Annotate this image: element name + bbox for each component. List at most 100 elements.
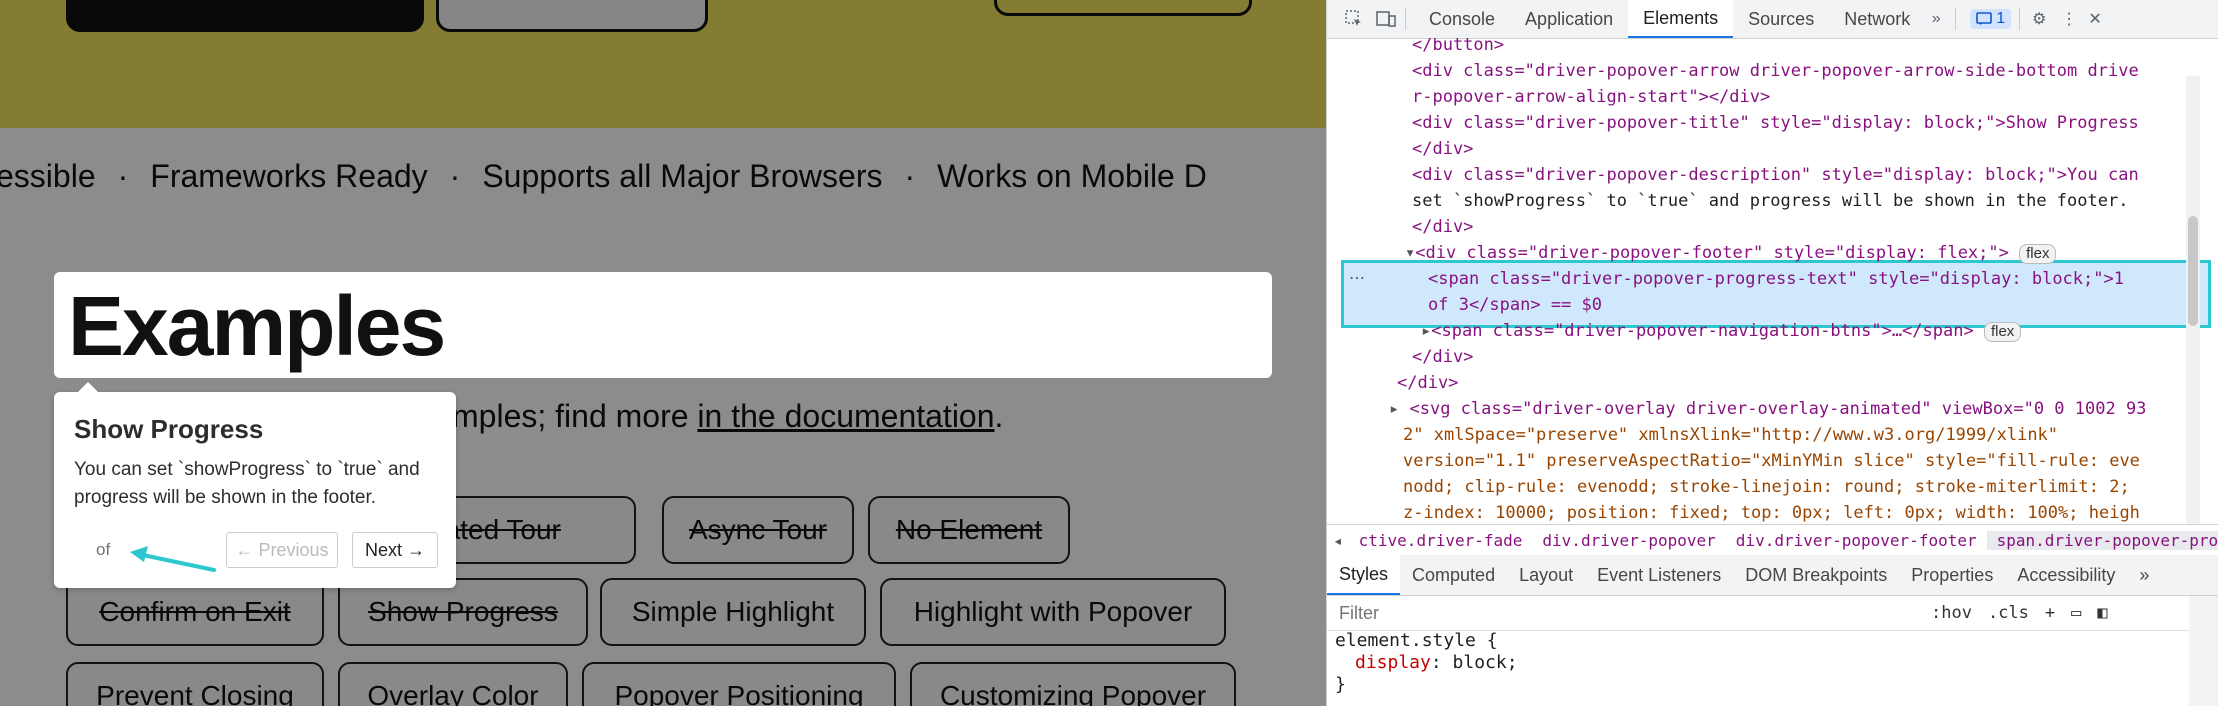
popover-arrow: [78, 382, 98, 392]
close-devtools-icon[interactable]: ✕: [2084, 8, 2106, 30]
toolbar-separator: [1405, 8, 1406, 30]
tab-elements[interactable]: Elements: [1628, 0, 1734, 38]
toggle-sidebar-icon[interactable]: ◧: [2097, 603, 2107, 623]
breadcrumb-item-current[interactable]: span.driver-popover-progress-text: [1986, 530, 2218, 550]
node-actions-icon[interactable]: ⋯: [1349, 266, 1365, 292]
dom-line[interactable]: ▸<span class="driver-popover-navigation-…: [1421, 318, 2022, 344]
dom-line[interactable]: </div>: [1397, 370, 1458, 396]
styles-toolbar: :hov .cls + ▭ ◧: [1931, 603, 2108, 623]
breadcrumb-item[interactable]: div.driver-popover: [1532, 531, 1725, 550]
devtools-panel: Console Application Elements Sources Net…: [1327, 0, 2218, 706]
collapse-triangle-icon[interactable]: ▸: [1421, 321, 1431, 341]
toolbar-separator: [2019, 8, 2021, 30]
example-button-show-progress[interactable]: Show Progress: [338, 578, 588, 646]
hero-section: [0, 0, 1326, 128]
issues-badge[interactable]: 1: [1970, 9, 2012, 29]
next-button[interactable]: Next →: [352, 532, 438, 568]
dom-line-footer[interactable]: ▾<div class="driver-popover-footer" styl…: [1405, 240, 2057, 266]
styles-scrollbar[interactable]: [2189, 596, 2218, 706]
styles-filter-input[interactable]: [1337, 599, 1921, 627]
style-property[interactable]: display: [1355, 652, 1431, 673]
documentation-link[interactable]: in the documentation: [697, 398, 994, 434]
marquee-separator: ·: [117, 157, 129, 194]
dom-line[interactable]: z-index: 10000; position: fixed; top: 0p…: [1403, 500, 2140, 524]
example-button-highlight-with-popover[interactable]: Highlight with Popover: [880, 578, 1226, 646]
hover-state-toggle[interactable]: :hov: [1931, 603, 1972, 623]
breadcrumb-item[interactable]: div.driver-popover-footer: [1726, 531, 1987, 550]
paint-bucket-icon[interactable]: ▭: [2071, 603, 2081, 623]
class-toggle[interactable]: .cls: [1988, 603, 2029, 623]
tab-sources[interactable]: Sources: [1733, 0, 1829, 38]
more-tabs-icon[interactable]: »: [1925, 8, 1947, 30]
example-button-customizing-popover[interactable]: Customizing Popover: [910, 662, 1236, 706]
marquee-separator: ·: [449, 157, 461, 194]
dom-line[interactable]: </div>: [1412, 344, 1473, 370]
breadcrumb-scroll-left-icon[interactable]: ◂: [1327, 531, 1349, 550]
popover-description: You can set `showProgress` to `true` and…: [74, 459, 420, 508]
dom-line[interactable]: ▸ <svg class="driver-overlay driver-over…: [1389, 396, 2146, 422]
style-rule-selector[interactable]: element.style {: [1335, 630, 2218, 652]
example-button-prevent-closing[interactable]: Prevent Closing: [66, 662, 324, 706]
breadcrumb-item[interactable]: ctive.driver-fade: [1349, 531, 1533, 550]
issues-count: 1: [1996, 10, 2006, 27]
settings-gear-icon[interactable]: ⚙: [2028, 8, 2050, 30]
web-page: essible · Frameworks Ready · Supports al…: [0, 0, 1326, 706]
new-style-rule-icon[interactable]: +: [2045, 603, 2055, 623]
subtab-layout[interactable]: Layout: [1507, 555, 1585, 595]
subtab-styles[interactable]: Styles: [1327, 555, 1401, 595]
toolbar-separator: [1955, 8, 1957, 30]
style-declaration[interactable]: display: block;: [1335, 652, 2218, 674]
flex-badge[interactable]: flex: [1983, 322, 2022, 342]
annotation-arrow-icon: [130, 546, 216, 572]
hero-logo-button[interactable]: [994, 0, 1252, 16]
example-button-no-element[interactable]: No Element: [868, 496, 1070, 564]
dom-line[interactable]: </button>: [1412, 38, 1504, 58]
subtab-event-listeners[interactable]: Event Listeners: [1585, 555, 1733, 595]
more-subtabs-icon[interactable]: »: [2127, 555, 2161, 595]
dom-line[interactable]: set `showProgress` to `true` and progres…: [1412, 188, 2128, 214]
example-button-popover-positioning[interactable]: Popover Positioning: [582, 662, 896, 706]
subtab-properties[interactable]: Properties: [1899, 555, 2005, 595]
style-value[interactable]: block;: [1453, 652, 1518, 673]
examples-subline: mples; find more in the documentation.: [452, 398, 1003, 435]
subline-period: .: [994, 398, 1004, 434]
marquee-separator: ·: [904, 157, 916, 194]
marquee-item: Works on Mobile D: [937, 157, 1207, 194]
hero-secondary-button[interactable]: [436, 0, 708, 32]
example-button-overlay-color[interactable]: Overlay Color: [338, 662, 568, 706]
device-toolbar-icon[interactable]: [1375, 8, 1397, 30]
example-button-simple-highlight[interactable]: Simple Highlight: [600, 578, 866, 646]
dom-line-selected[interactable]: of 3</span> == $0: [1428, 292, 1602, 318]
tab-network[interactable]: Network: [1829, 0, 1925, 38]
example-button-confirm-on-exit[interactable]: Confirm on Exit: [66, 578, 324, 646]
dom-line[interactable]: <div class="driver-popover-arrow driver-…: [1412, 58, 2139, 84]
subtab-computed[interactable]: Computed: [1400, 555, 1507, 595]
flex-badge[interactable]: flex: [2019, 244, 2057, 264]
tab-console[interactable]: Console: [1414, 0, 1510, 38]
subtab-dom-breakpoints[interactable]: DOM Breakpoints: [1733, 555, 1899, 595]
inspect-element-icon[interactable]: [1343, 8, 1365, 30]
expand-triangle-icon[interactable]: ▾: [1405, 243, 1415, 263]
dom-line[interactable]: <div class="driver-popover-title" style=…: [1412, 110, 2139, 136]
collapse-triangle-icon[interactable]: ▸: [1389, 399, 1399, 419]
scrollbar-thumb[interactable]: [2188, 216, 2198, 326]
previous-button[interactable]: ← Previous: [226, 532, 338, 568]
dom-line[interactable]: </div>: [1412, 136, 1473, 162]
dom-line-selected[interactable]: <span class="driver-popover-progress-tex…: [1428, 266, 2124, 292]
marquee-item: Supports all Major Browsers: [482, 157, 883, 194]
more-options-icon[interactable]: ⋮: [2058, 8, 2080, 30]
dom-line[interactable]: nodd; clip-rule: evenodd; stroke-linejoi…: [1403, 474, 2130, 500]
dom-line[interactable]: version="1.1" preserveAspectRatio="xMinY…: [1403, 448, 2140, 474]
dom-line[interactable]: </div>: [1412, 214, 1473, 240]
breadcrumb: ◂ ctive.driver-fade div.driver-popover d…: [1327, 524, 2218, 556]
hero-primary-button[interactable]: [66, 0, 424, 32]
tab-application[interactable]: Application: [1510, 0, 1628, 38]
dom-line[interactable]: 2" xmlSpace="preserve" xmlnsXlink="http:…: [1403, 422, 2058, 448]
dom-line[interactable]: r-popover-arrow-align-start"></div>: [1412, 84, 1770, 110]
subtab-accessibility[interactable]: Accessibility: [2005, 555, 2127, 595]
driver-popover: Show Progress You can set `showProgress`…: [54, 382, 456, 588]
dom-tree-scrollbar[interactable]: [2186, 76, 2200, 524]
dom-line[interactable]: <div class="driver-popover-description" …: [1412, 162, 2139, 188]
example-button-async-tour[interactable]: Async Tour: [662, 496, 854, 564]
styles-filter-bar: :hov .cls + ▭ ◧: [1327, 596, 2218, 631]
